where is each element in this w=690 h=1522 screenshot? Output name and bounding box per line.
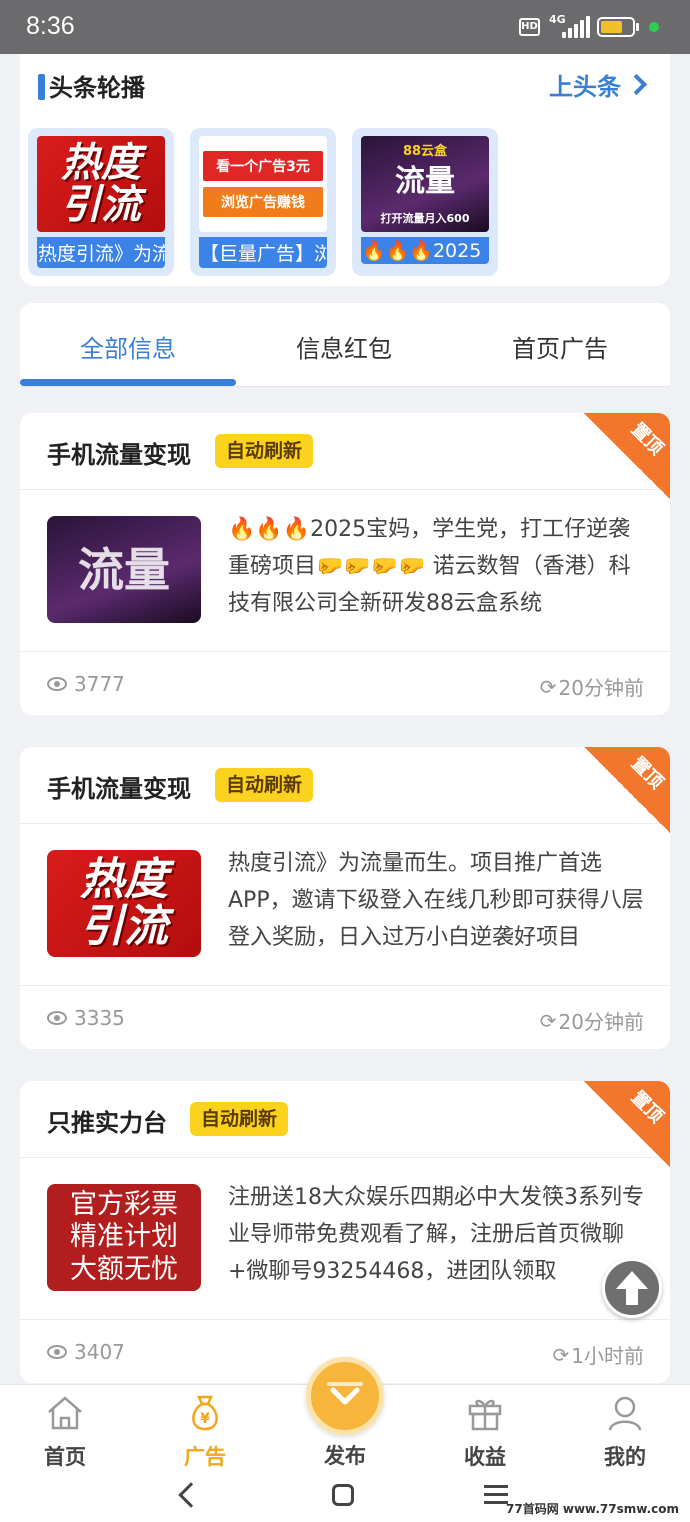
post-image: 流量 xyxy=(47,516,201,623)
eye-icon xyxy=(47,1345,67,1359)
arrow-up-icon xyxy=(616,1271,648,1305)
privacy-indicator-icon xyxy=(649,22,659,32)
menu-icon[interactable] xyxy=(484,1484,508,1506)
battery-icon xyxy=(597,17,635,37)
publish-icon xyxy=(327,1382,363,1405)
nav-label: 首页 xyxy=(44,1445,86,1469)
chevron-right-icon xyxy=(625,73,648,96)
tab-all-info[interactable]: 全部信息 xyxy=(20,329,236,364)
pinned-ribbon xyxy=(584,747,670,833)
auto-refresh-badge: 自动刷新 xyxy=(190,1102,289,1136)
scroll-to-top-button[interactable] xyxy=(602,1258,662,1318)
signal-icon xyxy=(560,16,590,38)
home-icon xyxy=(48,1396,82,1430)
post-title: 只推实力台 xyxy=(47,1109,167,1137)
title-accent-bar xyxy=(38,74,45,100)
tab-active-indicator xyxy=(20,379,236,386)
svg-text:¥: ¥ xyxy=(200,1411,210,1427)
view-count: 3407 xyxy=(47,1340,125,1364)
post-body: 热度引流》为流量而生。项目推广首选APP，邀请下级登入在线几秒即可获得八层登入奖… xyxy=(228,851,644,950)
view-count: 3335 xyxy=(47,1006,125,1030)
watermark: 77首码网 www.77smw.com xyxy=(506,1502,680,1516)
tab-homepage-ads[interactable]: 首页广告 xyxy=(452,329,668,364)
nav-publish-label: 发布 xyxy=(324,1444,366,1468)
publish-button[interactable] xyxy=(306,1357,384,1435)
home-button-icon[interactable] xyxy=(332,1484,354,1506)
carousel-image: 88云盒 流量 打开流量月入600 xyxy=(361,136,489,232)
post-body: 注册送18大众娱乐四期必中大发筷3系列专业导师带免费观看了解，注册后首页微聊+微… xyxy=(228,1185,644,1284)
post-time: ⟳ 20分钟前 xyxy=(539,1008,644,1035)
refresh-icon: ⟳ xyxy=(552,1342,570,1367)
status-time: 8:36 xyxy=(26,12,75,40)
carousel-item[interactable]: 看一个广告3元 浏览广告赚钱 【巨量广告】浏览广告 xyxy=(190,128,336,276)
back-icon[interactable] xyxy=(178,1482,204,1508)
nav-earnings[interactable]: 收益 xyxy=(435,1385,535,1477)
eye-icon xyxy=(47,1011,67,1025)
headline-title: 头条轮播 xyxy=(49,74,145,102)
post-card[interactable]: 手机流量变现 自动刷新 置顶 流量 🔥🔥🔥2025宝妈，学生党，打工仔逆袭重磅项… xyxy=(20,413,670,715)
refresh-icon: ⟳ xyxy=(539,674,557,699)
carousel-item[interactable]: 88云盒 流量 打开流量月入600 🔥🔥🔥2025 xyxy=(352,128,498,276)
refresh-icon: ⟳ xyxy=(539,1008,557,1033)
nav-label: 收益 xyxy=(464,1445,506,1469)
carousel-image: 热度 引流 xyxy=(37,136,165,232)
carousel-caption: 热度引流》为流量而生 xyxy=(37,237,165,268)
post-body: 🔥🔥🔥2025宝妈，学生党，打工仔逆袭重磅项目🤛🤛🤛🤛 诺云数智（香港）科技有限… xyxy=(228,517,631,616)
money-bag-icon: ¥ xyxy=(192,1395,218,1431)
post-image: 官方彩票 精准计划 大额无忧 xyxy=(47,1184,201,1291)
user-icon xyxy=(608,1396,642,1431)
nav-home[interactable]: 首页 xyxy=(15,1385,115,1477)
view-count: 3777 xyxy=(47,672,125,696)
eye-icon xyxy=(47,677,67,691)
auto-refresh-badge: 自动刷新 xyxy=(215,434,314,468)
nav-label: 广告 xyxy=(184,1445,226,1469)
hd-icon: HD xyxy=(519,18,540,36)
post-title: 手机流量变现 xyxy=(47,775,191,803)
headline-more-label: 上头条 xyxy=(549,73,621,101)
nav-mine[interactable]: 我的 xyxy=(575,1385,675,1477)
post-card[interactable]: 手机流量变现 自动刷新 置顶 热度 引流 热度引流》为流量而生。项目推广首选AP… xyxy=(20,747,670,1049)
carousel-image: 看一个广告3元 浏览广告赚钱 xyxy=(199,136,327,232)
tab-bar: 全部信息 信息红包 首页广告 xyxy=(20,303,670,387)
headline-carousel: 头条轮播 上头条 热度 引流 热度引流》为流量而生 看一个广告3元 浏览广告赚钱… xyxy=(20,54,670,286)
headline-more-button[interactable]: 上头条 xyxy=(549,67,648,102)
status-bar: 8:36 HD 4G xyxy=(0,0,690,54)
carousel-item[interactable]: 热度 引流 热度引流》为流量而生 xyxy=(28,128,174,276)
post-card[interactable]: 只推实力台 自动刷新 置顶 官方彩票 精准计划 大额无忧 注册送18大众娱乐四期… xyxy=(20,1081,670,1383)
pinned-ribbon xyxy=(584,413,670,499)
auto-refresh-badge: 自动刷新 xyxy=(215,768,314,802)
carousel-caption: 🔥🔥🔥2025 xyxy=(361,237,489,264)
nav-label: 我的 xyxy=(604,1445,646,1469)
post-time: ⟳ 20分钟前 xyxy=(539,674,644,701)
nav-ads[interactable]: ¥ 广告 xyxy=(155,1385,255,1477)
post-time: ⟳ 1小时前 xyxy=(552,1342,645,1369)
carousel-caption: 【巨量广告】浏览广告 xyxy=(199,237,327,268)
post-image: 热度 引流 xyxy=(47,850,201,957)
gift-icon xyxy=(468,1399,502,1431)
tab-red-packet[interactable]: 信息红包 xyxy=(236,329,452,364)
post-title: 手机流量变现 xyxy=(47,441,191,469)
pinned-ribbon xyxy=(584,1081,670,1167)
